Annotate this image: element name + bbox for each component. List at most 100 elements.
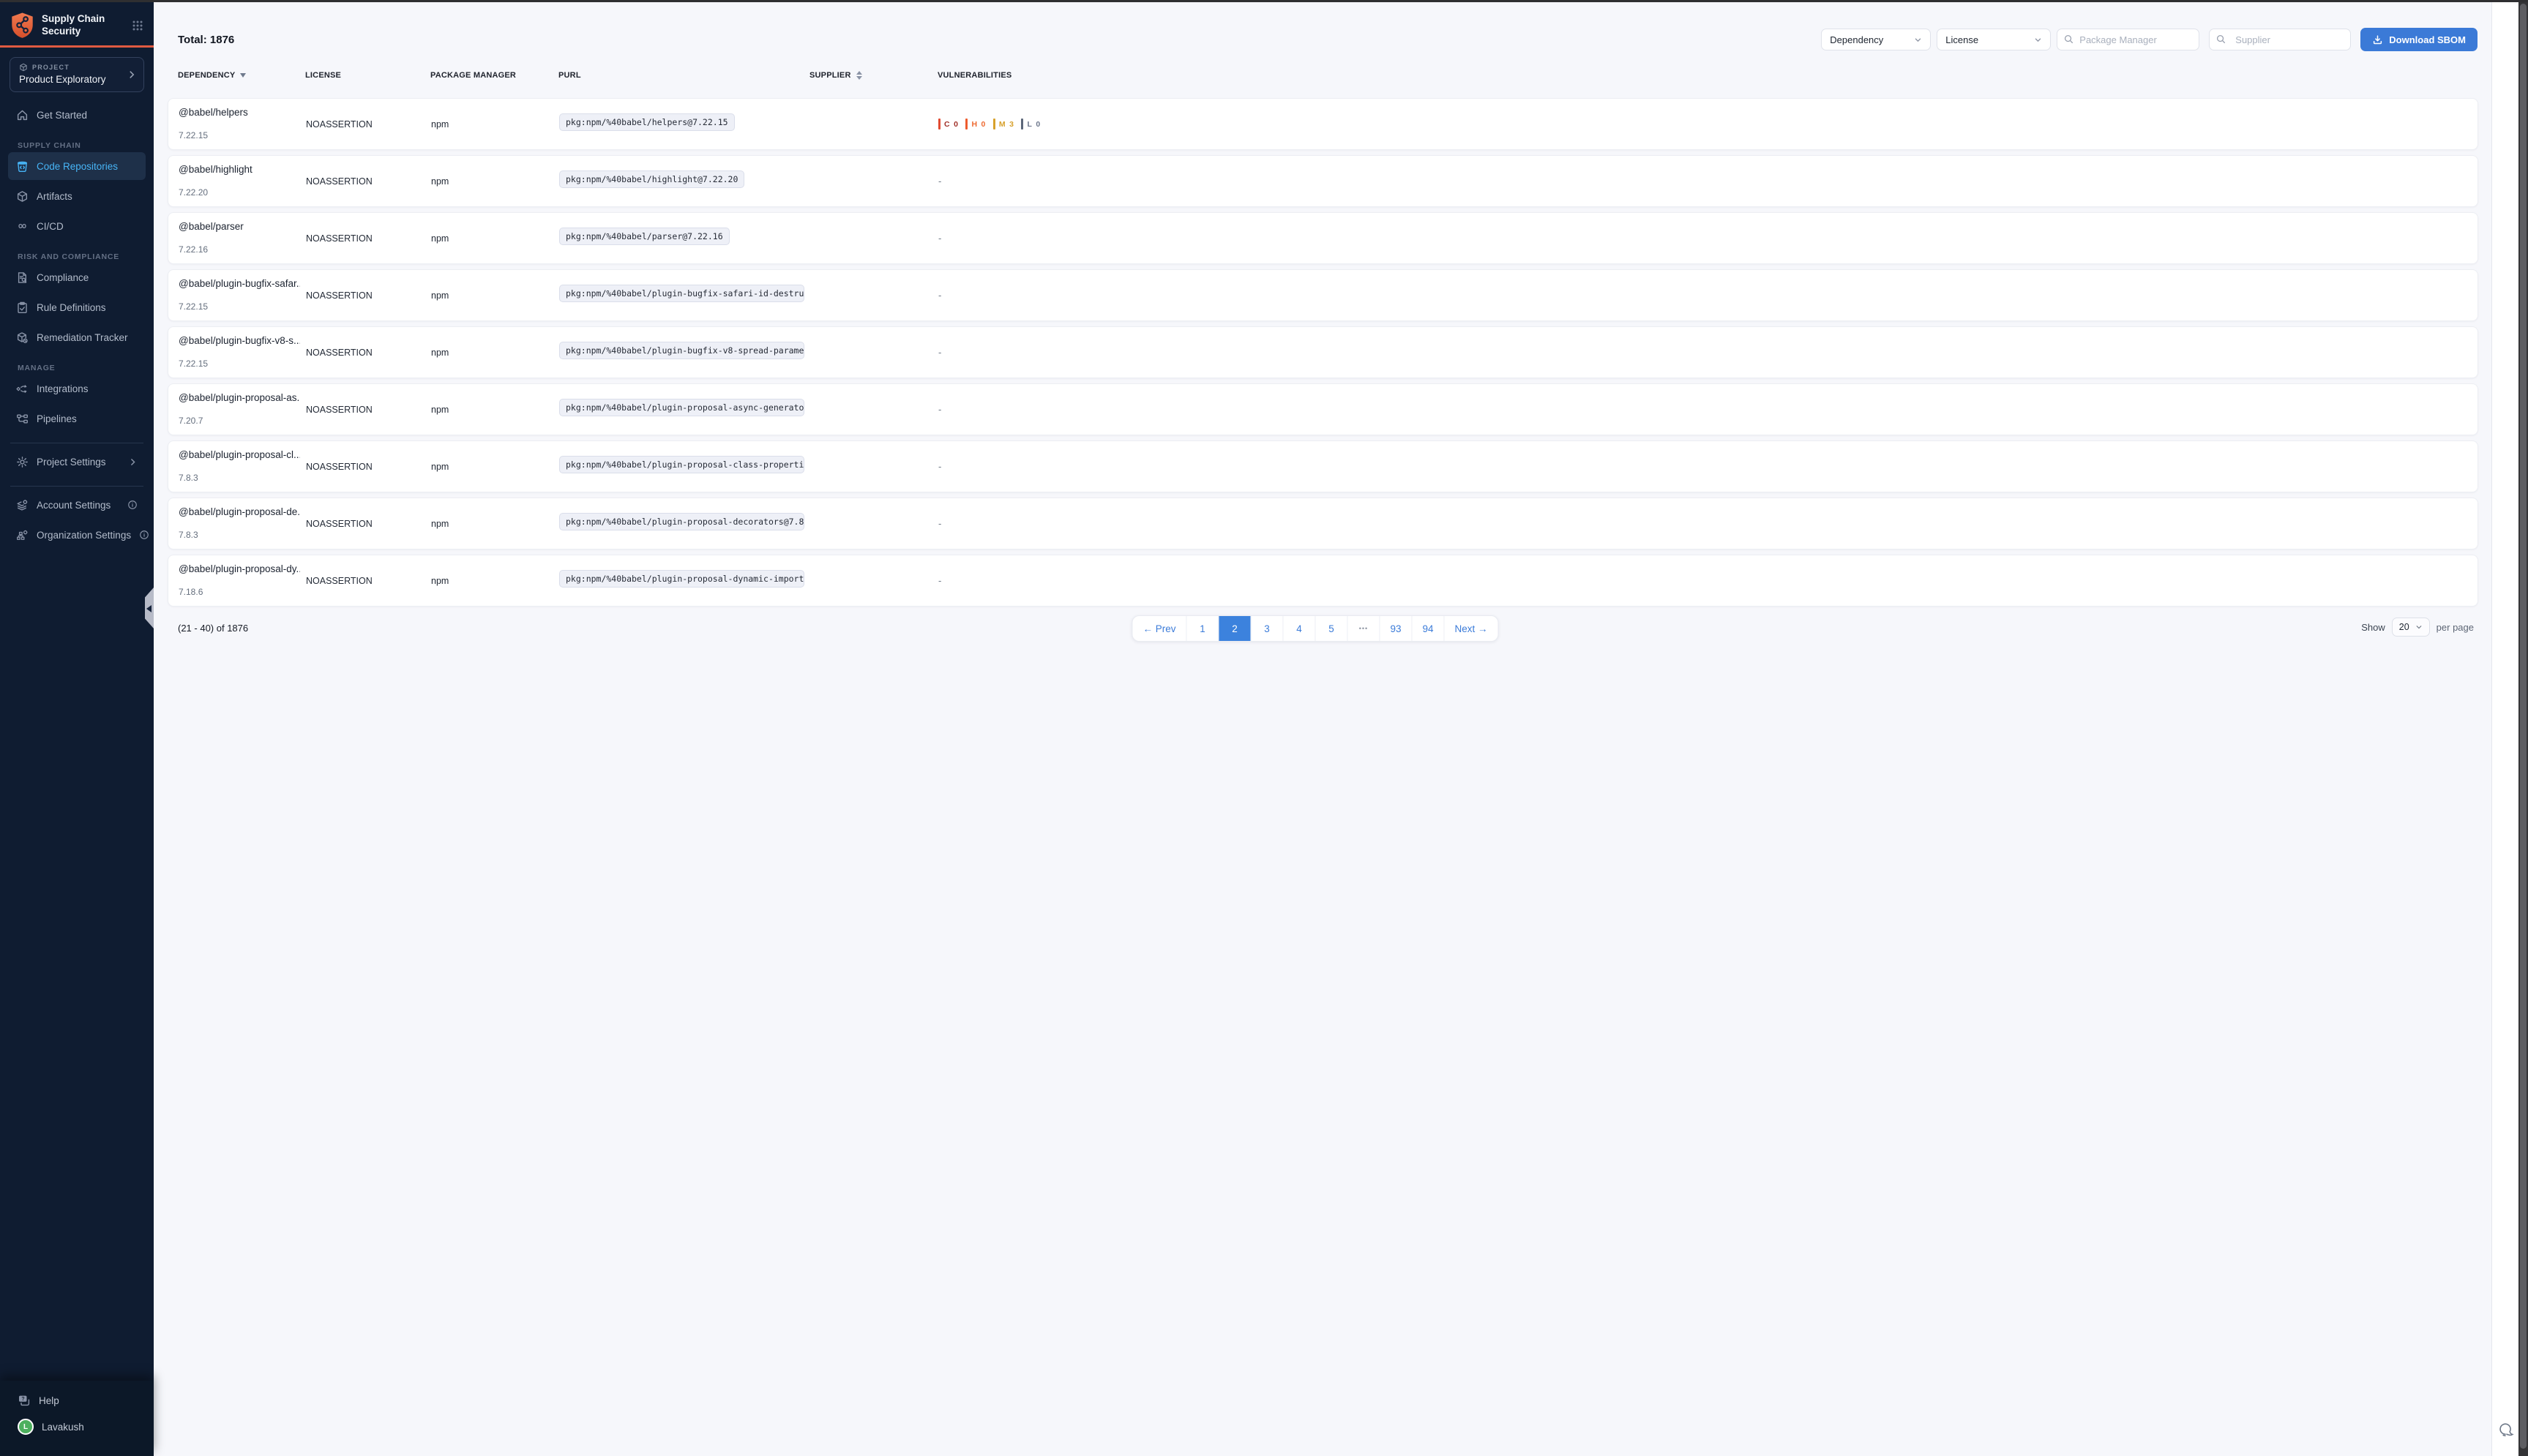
info-icon[interactable] (127, 500, 138, 510)
table-row[interactable]: @babel/highlight 7.22.20 NOASSERTION npm… (168, 155, 2478, 207)
brand-divider (0, 45, 154, 48)
page-button-4[interactable]: 4 (1283, 616, 1315, 641)
page-button-2-active[interactable]: 2 (1219, 616, 1251, 641)
sidebar-item-project-settings[interactable]: Project Settings (8, 448, 146, 476)
vulnerabilities-empty: - (938, 233, 2477, 244)
download-sbom-button[interactable]: Download SBOM (2360, 28, 2477, 51)
purl-chip: pkg:npm/%40babel/helpers@7.22.15 (559, 113, 735, 131)
table-row[interactable]: @babel/plugin-bugfix-v8-s... 7.22.15 NOA… (168, 326, 2478, 378)
per-page-label: per page (2437, 622, 2474, 633)
page-ellipsis: ••• (1347, 616, 1380, 641)
page-size-control: Show 20 per page (2361, 618, 2474, 637)
table-row[interactable]: @babel/helpers 7.22.15 NOASSERTION npm p… (168, 98, 2478, 150)
pipelines-icon (16, 413, 29, 425)
table-header-row: DEPENDENCY LICENSE PACKAGE MANAGER PURL … (178, 71, 2478, 80)
help-label: Help (39, 1395, 59, 1406)
table-row[interactable]: @babel/plugin-proposal-de... 7.8.3 NOASS… (168, 498, 2478, 549)
sidebar-item-account-settings[interactable]: Account Settings (8, 491, 146, 519)
search-icon (2215, 34, 2226, 45)
section-label-supply-chain: SUPPLY CHAIN (18, 141, 154, 150)
project-label: PROJECT (32, 64, 70, 71)
sidebar-item-compliance[interactable]: Compliance (8, 263, 146, 291)
severity-bar (1021, 119, 1023, 130)
package-manager-value: npm (431, 233, 559, 244)
page-button-94[interactable]: 94 (1412, 616, 1444, 641)
license-filter-select[interactable]: License (1937, 29, 2051, 50)
dependency-filter-select[interactable]: Dependency (1821, 29, 1931, 50)
sidebar-footer: ? Help L Lavakush (0, 1381, 154, 1456)
table-row[interactable]: @babel/plugin-proposal-as... 7.20.7 NOAS… (168, 383, 2478, 435)
column-header-dependency[interactable]: DEPENDENCY (178, 71, 305, 80)
table-row[interactable]: @babel/plugin-proposal-dy... 7.18.6 NOAS… (168, 555, 2478, 607)
supplier-input[interactable] (2209, 29, 2351, 50)
show-label: Show (2361, 622, 2385, 633)
table-row[interactable]: @babel/plugin-proposal-cl... 7.8.3 NOASS… (168, 440, 2478, 492)
home-icon (16, 109, 29, 121)
dependency-version: 7.22.16 (179, 244, 300, 255)
dependency-version: 7.8.3 (179, 473, 300, 483)
sidebar-item-rule-definitions[interactable]: Rule Definitions (8, 293, 146, 321)
layers-gear-icon (16, 499, 29, 511)
severity-bar (993, 119, 995, 130)
sidebar-item-label: Get Started (37, 110, 87, 121)
collapse-arrow-icon (146, 605, 152, 612)
sidebar-item-pipelines[interactable]: Pipelines (8, 405, 146, 432)
sidebar-item-integrations[interactable]: Integrations (8, 375, 146, 402)
org-chart-gear-icon (16, 529, 29, 541)
user-menu[interactable]: L Lavakush (0, 1413, 154, 1441)
sidebar-item-cicd[interactable]: CI/CD (8, 212, 146, 240)
scrollbar-thumb[interactable] (2520, 4, 2527, 1449)
package-manager-value: npm (431, 290, 559, 301)
table-row[interactable]: @babel/plugin-bugfix-safar... 7.22.15 NO… (168, 269, 2478, 321)
license-value: NOASSERTION (306, 348, 431, 358)
document-search-icon (16, 271, 29, 284)
column-header-purl: PURL (558, 71, 809, 80)
shield-logo-icon (10, 12, 34, 39)
package-manager-value: npm (431, 576, 559, 586)
page-size-select[interactable]: 20 (2392, 618, 2430, 637)
dependency-version: 7.22.20 (179, 187, 300, 198)
package-manager-value: npm (431, 462, 559, 472)
package-manager-search (2057, 29, 2199, 50)
sort-desc-icon (240, 73, 246, 78)
purl-chip: pkg:npm/%40babel/parser@7.22.16 (559, 228, 730, 245)
table-row[interactable]: @babel/parser 7.22.16 NOASSERTION npm pk… (168, 212, 2478, 264)
sidebar-item-code-repositories[interactable]: Code Repositories (8, 152, 146, 180)
sidebar-item-artifacts[interactable]: Artifacts (8, 182, 146, 210)
window-scrollbar[interactable] (2518, 0, 2528, 1456)
dependency-name: @babel/plugin-bugfix-v8-s... (179, 335, 300, 346)
sidebar-item-label: CI/CD (37, 221, 64, 232)
next-page-button[interactable]: Next → (1444, 616, 1497, 641)
column-header-supplier[interactable]: SUPPLIER (809, 71, 938, 80)
sidebar-item-get-started[interactable]: Get Started (8, 101, 146, 129)
chevron-down-icon (1914, 36, 1922, 44)
page-button-3[interactable]: 3 (1251, 616, 1283, 641)
dependency-name: @babel/helpers (179, 107, 300, 118)
sidebar-item-label: Pipelines (37, 413, 77, 424)
page-button-5[interactable]: 5 (1315, 616, 1347, 641)
vulnerabilities-empty: - (938, 347, 2477, 358)
gear-icon (16, 456, 29, 468)
prev-page-button[interactable]: ← Prev (1132, 616, 1186, 641)
license-value: NOASSERTION (306, 519, 431, 529)
vulnerabilities-empty: - (938, 176, 2477, 187)
sidebar-item-organization-settings[interactable]: Organization Settings (8, 521, 146, 549)
dependency-version: 7.18.6 (179, 587, 300, 597)
package-manager-input[interactable] (2057, 29, 2199, 50)
app-grid-icon[interactable] (132, 20, 143, 31)
project-switcher[interactable]: PROJECT Product Exploratory (10, 57, 144, 92)
help-button[interactable]: ? Help (0, 1388, 154, 1413)
toolbar: Total: 1876 Dependency License (178, 27, 2477, 52)
severity-bar (938, 119, 940, 130)
chat-widget-icon[interactable] (2497, 1421, 2516, 1440)
page-button-1[interactable]: 1 (1186, 616, 1219, 641)
sidebar-item-remediation-tracker[interactable]: Remediation Tracker (8, 323, 146, 351)
total-count: Total: 1876 (178, 34, 234, 46)
sidebar-item-label: Project Settings (37, 457, 106, 468)
sidebar: Supply Chain Security PROJECT Product Ex… (0, 2, 154, 1456)
page-button-93[interactable]: 93 (1380, 616, 1412, 641)
section-label-risk-compliance: RISK AND COMPLIANCE (18, 252, 154, 261)
medium-badge: M3 (993, 119, 1014, 130)
dependency-name: @babel/plugin-proposal-dy... (179, 563, 300, 574)
info-icon[interactable] (139, 530, 149, 540)
